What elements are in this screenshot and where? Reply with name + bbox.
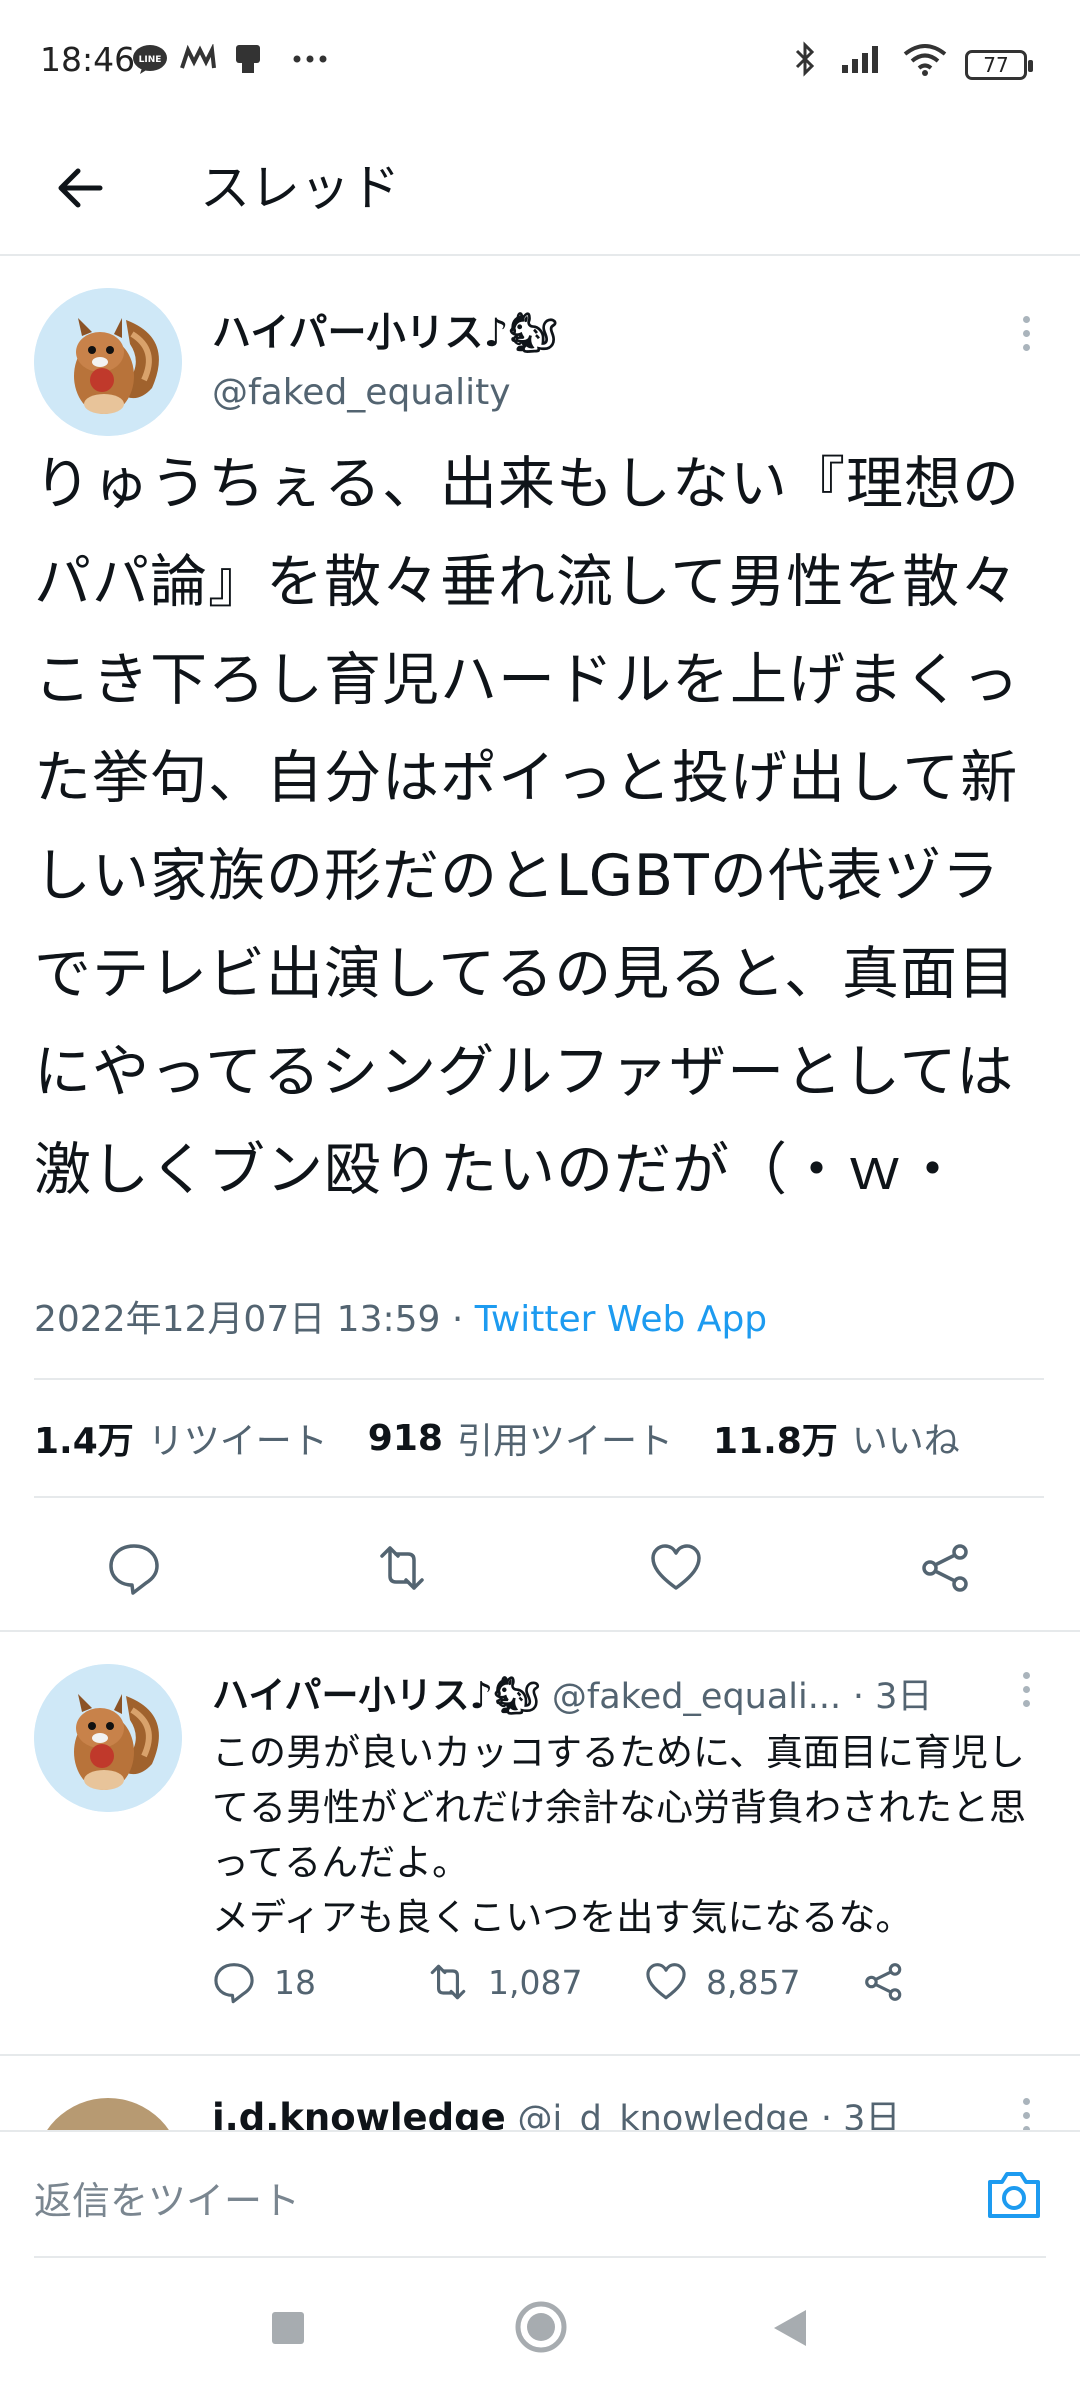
reply-like-button[interactable]: 8,857 [644, 1960, 800, 2004]
like-icon[interactable] [648, 1540, 704, 1596]
share-icon[interactable] [918, 1540, 974, 1596]
tweet-timestamp: 2022年12月07日 13:59 [34, 1299, 441, 1340]
home-icon[interactable] [514, 2300, 568, 2358]
line-icon: LINE [132, 44, 168, 74]
retweet-count[interactable]: 1.4万 [34, 1412, 134, 1464]
share-icon [865, 1963, 902, 2001]
tweet-text: りゅうちぇる、出来もしない『理想のパパ論』を散々垂れ流して男性を散々こき下ろし育… [34, 451, 1020, 1203]
divider [0, 2054, 1080, 2056]
reply-input[interactable]: 返信をツイート [34, 2170, 300, 2225]
reply-composer: 返信をツイート [0, 2130, 1080, 2260]
avatar[interactable] [34, 288, 182, 436]
like-count[interactable]: 11.8万 [713, 1412, 838, 1464]
system-nav-bar [0, 2258, 1080, 2400]
reply-text: この男が良いカッコするために、真面目に育児してる男性がどれだけ余計な心労背負わさ… [212, 1731, 1026, 1939]
retweet-label[interactable]: リツイート [148, 1412, 328, 1464]
tweet-actions [0, 1500, 1080, 1632]
reply-like-count: 8,857 [706, 1962, 801, 2002]
status-bar: 18:46 LINE 77 [0, 0, 1080, 130]
reply-retweet-count: 1,087 [488, 1962, 583, 2002]
quote-label[interactable]: 引用ツイート [457, 1412, 673, 1464]
thread-header: スレッド [0, 130, 1080, 256]
quote-count[interactable]: 918 [368, 1418, 443, 1459]
podium-icon [232, 44, 264, 74]
author-handle[interactable]: @faked_equality [212, 372, 511, 413]
status-time: 18:46 [40, 40, 136, 79]
reply-author-handle[interactable]: @faked_equali... [552, 1677, 841, 1717]
tweet-meta: 2022年12月07日 13:59 · Twitter Web App [34, 1290, 767, 1342]
reply-share-button[interactable] [862, 1960, 924, 2004]
back-arrow-icon[interactable] [50, 158, 110, 218]
bluetooth-icon [790, 41, 820, 77]
reply-header: ハイパー小リス♪🐿 @faked_equali... · 3日 [212, 1665, 1012, 1719]
page-title: スレッド [200, 159, 400, 217]
reply-avatar[interactable] [34, 1664, 182, 1812]
recent-apps-icon[interactable] [270, 2310, 306, 2350]
battery-icon: 77 [965, 50, 1033, 80]
m-app-icon [180, 44, 216, 74]
more-dots-icon [292, 44, 328, 74]
tweet-source-link[interactable]: Twitter Web App [475, 1299, 767, 1340]
reply-author-name[interactable]: ハイパー小リス♪🐿 [212, 1674, 540, 1717]
reply-icon[interactable] [106, 1540, 162, 1596]
retweet-icon[interactable] [374, 1540, 430, 1596]
reply-more-options-icon[interactable] [1020, 1672, 1032, 1712]
reply-reply-button[interactable]: 18 [212, 1960, 316, 2004]
author-name[interactable]: ハイパー小リス♪🐿 [212, 302, 558, 358]
reply-time: · 3日 [852, 1677, 933, 1717]
signal-icon [840, 44, 886, 74]
meta-separator: · [451, 1299, 464, 1340]
retweet-icon [430, 1964, 466, 2000]
reply-reply-count: 18 [274, 1962, 316, 2002]
tweet-stats: 1.4万 リツイート 918 引用ツイート 11.8万 いいね [34, 1378, 1044, 1498]
camera-icon[interactable] [984, 2166, 1044, 2226]
reply-icon [214, 1963, 254, 2004]
wifi-icon [902, 44, 948, 76]
like-icon [646, 1963, 686, 2000]
like-label[interactable]: いいね [852, 1412, 960, 1464]
more-options-icon[interactable] [1020, 316, 1032, 356]
back-icon[interactable] [770, 2306, 810, 2354]
reply-actions: 18 1,087 8,857 [212, 1960, 1042, 2020]
svg-text:LINE: LINE [139, 55, 162, 65]
reply-retweet-button[interactable]: 1,087 [426, 1960, 582, 2004]
